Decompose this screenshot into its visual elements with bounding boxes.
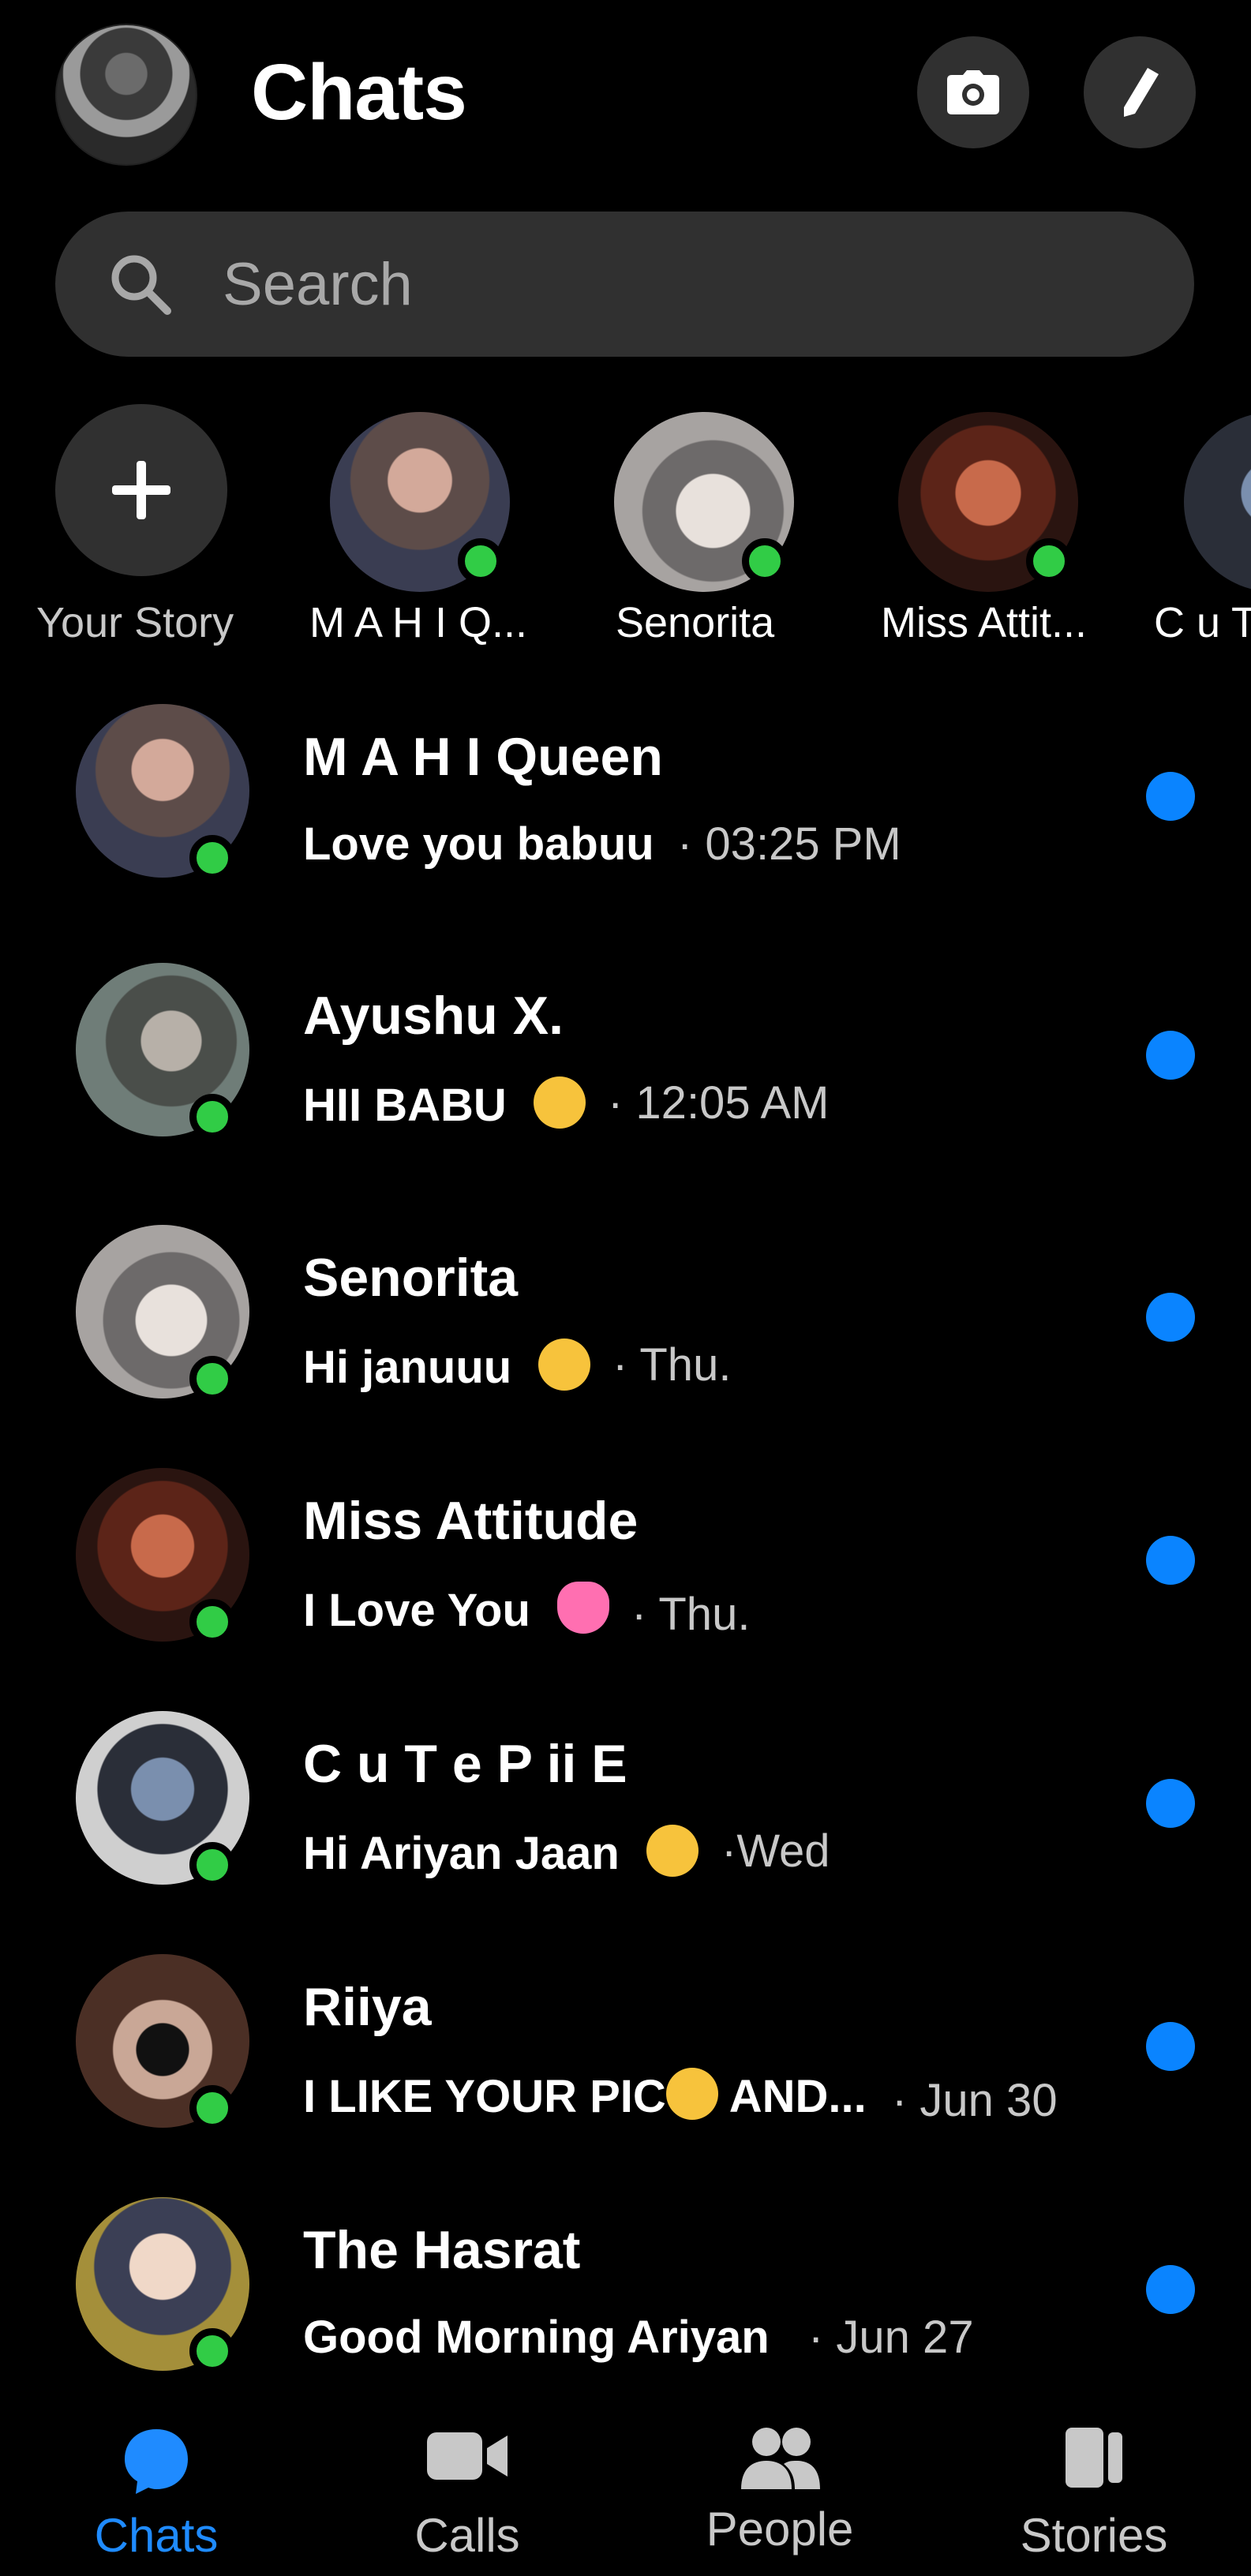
chat-preview: Love you babuu xyxy=(303,818,654,870)
search-icon xyxy=(111,255,171,315)
story-item[interactable]: Senorita xyxy=(608,402,860,655)
hearts-face-emoji-icon xyxy=(646,1825,699,1877)
chat-preview: I Love You xyxy=(303,1585,530,1636)
chat-name: M A H I Queen xyxy=(303,727,663,787)
chat-name: Senorita xyxy=(303,1248,519,1308)
online-indicator xyxy=(189,2085,235,2131)
compose-button[interactable] xyxy=(1084,36,1196,148)
online-indicator xyxy=(1026,538,1072,584)
your-story[interactable]: Your Story xyxy=(0,402,253,655)
kiss-heart-face-emoji-icon xyxy=(538,1339,591,1391)
nav-label: Chats xyxy=(94,2509,219,2562)
online-indicator xyxy=(189,2328,235,2374)
nav-label: Calls xyxy=(414,2509,520,2562)
chat-time: · Jun 27 xyxy=(808,2312,974,2363)
chat-preview: Hi januuu xyxy=(303,1342,512,1393)
chat-preview-row: HII BABU xyxy=(303,1076,586,1132)
online-indicator xyxy=(189,1599,235,1645)
story-label: M A H I Q... xyxy=(309,599,528,646)
video-camera-icon xyxy=(427,2432,508,2480)
chat-time: · Jun 30 xyxy=(892,2075,1058,2126)
camera-icon xyxy=(947,70,999,114)
pink-heart-emoji-icon xyxy=(557,1582,610,1634)
online-indicator xyxy=(189,1842,235,1888)
chat-preview: I LIKE YOUR PIC xyxy=(303,2071,666,2122)
chat-preview: Good Morning Ariyan xyxy=(303,2312,770,2363)
unread-indicator xyxy=(1146,772,1195,821)
nav-label: Stories xyxy=(1020,2509,1168,2562)
people-icon xyxy=(741,2428,820,2489)
stories-icon xyxy=(1066,2428,1122,2488)
story-label: Senorita xyxy=(616,599,775,646)
pencil-icon xyxy=(1124,68,1159,117)
profile-avatar[interactable] xyxy=(55,24,197,166)
kiss-face-emoji-icon xyxy=(665,2068,718,2120)
online-indicator xyxy=(189,1094,235,1140)
chat-preview: HII BABU xyxy=(303,1080,507,1131)
chat-row[interactable]: Riiya I LIKE YOUR PIC AND... · Jun 30 xyxy=(0,1929,1251,2166)
chat-row[interactable]: M A H I Queen Love you babuu · 03:25 PM xyxy=(0,679,1251,915)
chat-preview-row: I Love You xyxy=(303,1582,610,1637)
story-label: Miss Attit... xyxy=(881,599,1088,646)
unread-indicator xyxy=(1146,1031,1195,1080)
chat-preview-row: I LIKE YOUR PIC AND... xyxy=(303,2068,867,2123)
stories-row: Your Story M A H I Q... Senorita Miss At… xyxy=(0,402,1251,655)
add-story-button[interactable] xyxy=(55,404,227,576)
unread-indicator xyxy=(1146,1293,1195,1342)
chat-preview-row: Hi Ariyan Jaan xyxy=(303,1825,699,1880)
story-item[interactable]: M A H I Q... xyxy=(309,402,576,655)
search-bar[interactable] xyxy=(55,212,1194,357)
online-indicator xyxy=(458,538,504,584)
header: Chats xyxy=(0,0,1251,182)
online-indicator xyxy=(742,538,788,584)
chat-name: Miss Attitude xyxy=(303,1491,639,1551)
chat-preview: Hi Ariyan Jaan xyxy=(303,1828,620,1879)
chat-preview-suffix: AND... xyxy=(717,2071,867,2122)
unread-indicator xyxy=(1146,1779,1195,1828)
tab-people[interactable]: People xyxy=(661,2399,898,2576)
chat-row[interactable]: Senorita Hi januuu · Thu. xyxy=(0,1200,1251,1436)
tab-chats[interactable]: Chats xyxy=(38,2399,275,2576)
chat-time: · 03:25 PM xyxy=(677,818,901,870)
story-label: Your Story xyxy=(36,599,234,646)
chat-time: · 12:05 AM xyxy=(608,1077,830,1129)
unread-indicator xyxy=(1146,1536,1195,1585)
online-indicator xyxy=(189,835,235,881)
chat-preview-row: Hi januuu xyxy=(303,1339,591,1394)
chat-time: · Thu. xyxy=(612,1339,732,1391)
chat-name: Riiya xyxy=(303,1977,432,2037)
tab-calls[interactable]: Calls xyxy=(349,2399,586,2576)
chat-row[interactable]: Ayushu X. HII BABU · 12:05 AM xyxy=(0,938,1251,1174)
story-avatar xyxy=(1184,412,1251,592)
story-item[interactable]: C u T xyxy=(1154,402,1251,655)
story-label: C u T xyxy=(1154,599,1251,646)
camera-button[interactable] xyxy=(917,36,1029,148)
plus-icon xyxy=(112,461,170,519)
chat-time: ·Wed xyxy=(721,1825,830,1877)
chat-row[interactable]: C u T e P ii E Hi Ariyan Jaan ·Wed xyxy=(0,1686,1251,1923)
chat-time: · Thu. xyxy=(631,1589,751,1640)
story-item[interactable]: Miss Attit... xyxy=(881,402,1144,655)
chat-name: The Hasrat xyxy=(303,2220,581,2280)
chat-name: C u T e P ii E xyxy=(303,1734,627,1794)
chat-name: Ayushu X. xyxy=(303,986,564,1046)
page-title: Chats xyxy=(251,48,467,137)
unread-indicator xyxy=(1146,2022,1195,2071)
chat-bubble-icon xyxy=(125,2429,188,2494)
kiss-face-emoji-icon xyxy=(533,1076,586,1129)
search-input[interactable] xyxy=(223,212,1130,357)
chat-row[interactable]: Miss Attitude I Love You · Thu. xyxy=(0,1443,1251,1679)
online-indicator xyxy=(189,1356,235,1402)
unread-indicator xyxy=(1146,2265,1195,2314)
tab-stories[interactable]: Stories xyxy=(976,2399,1212,2576)
chat-row[interactable]: The Hasrat Good Morning Ariyan · Jun 27 xyxy=(0,2172,1251,2409)
nav-label: People xyxy=(706,2503,854,2555)
bottom-nav: Chats Calls People Stories xyxy=(0,2399,1251,2576)
